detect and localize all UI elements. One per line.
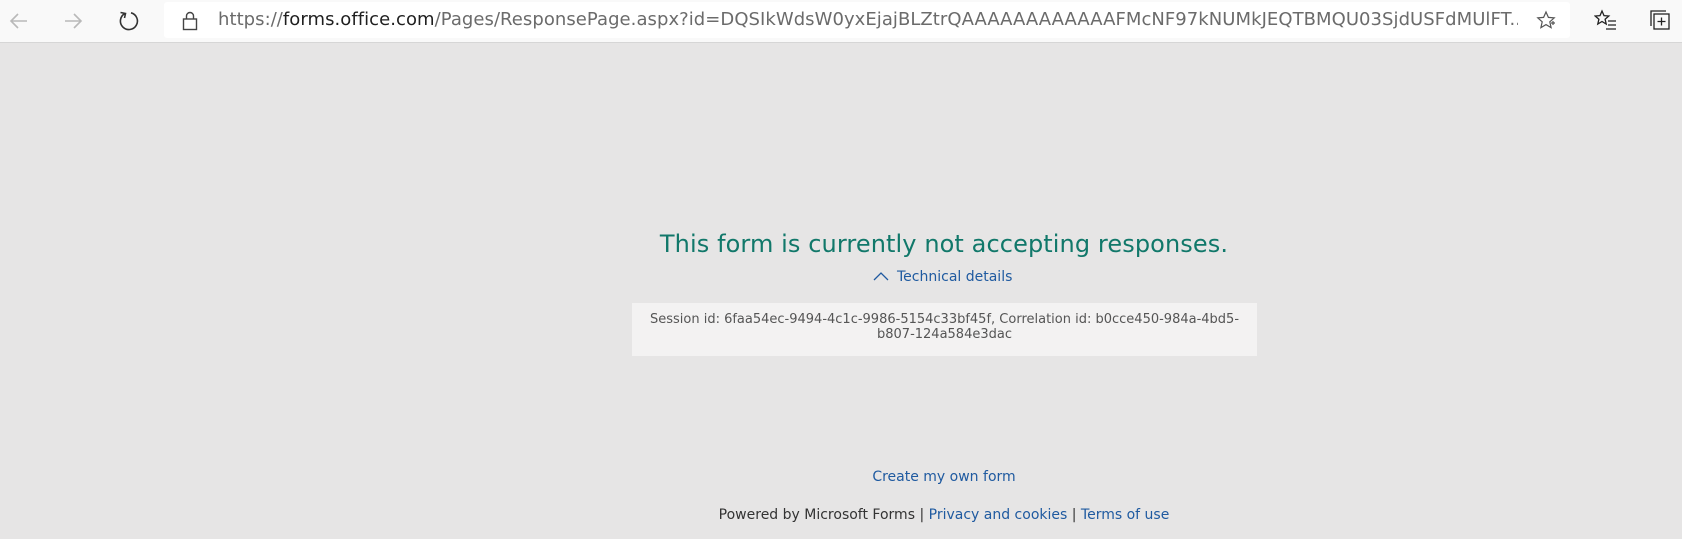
url-host: forms.office.com bbox=[282, 9, 435, 30]
session-info-text: Session id: 6faa54ec-9494-4c1c-9986-5154… bbox=[649, 312, 1240, 342]
technical-details-label: Technical details bbox=[897, 269, 1013, 285]
footer: Powered by Microsoft Forms | Privacy and… bbox=[0, 507, 1682, 523]
footer-separator: | bbox=[1071, 507, 1077, 523]
browser-toolbar: https://forms.office.com/Pages/ResponseP… bbox=[0, 0, 1682, 43]
url-path: /Pages/ResponsePage.aspx?id=DQSIkWdsW0yx… bbox=[434, 9, 1518, 30]
terms-link[interactable]: Terms of use bbox=[1081, 507, 1169, 523]
back-arrow-icon bbox=[9, 13, 27, 29]
favorite-star-icon[interactable] bbox=[1536, 10, 1556, 34]
refresh-icon bbox=[119, 11, 139, 31]
create-form-row: Create my own form bbox=[0, 469, 1682, 485]
forward-button[interactable] bbox=[58, 6, 88, 36]
lock-icon bbox=[182, 11, 198, 35]
collections-icon[interactable] bbox=[1649, 8, 1673, 36]
create-form-link[interactable]: Create my own form bbox=[872, 469, 1015, 485]
back-button[interactable] bbox=[4, 6, 34, 36]
powered-by-text: Powered by Microsoft Forms bbox=[718, 507, 915, 523]
chevron-up-icon bbox=[873, 269, 889, 285]
status-message: This form is currently not accepting res… bbox=[659, 230, 1229, 258]
forward-arrow-icon bbox=[65, 13, 83, 29]
address-bar[interactable]: https://forms.office.com/Pages/ResponseP… bbox=[164, 2, 1570, 38]
url-text[interactable]: https://forms.office.com/Pages/ResponseP… bbox=[218, 2, 1518, 38]
page-content: This form is currently not accepting res… bbox=[0, 43, 1682, 539]
favorites-list-icon[interactable] bbox=[1593, 8, 1618, 36]
privacy-link[interactable]: Privacy and cookies bbox=[929, 507, 1068, 523]
technical-details-toggle[interactable]: Technical details bbox=[873, 269, 1012, 285]
refresh-button[interactable] bbox=[114, 6, 144, 36]
technical-details-panel: Session id: 6faa54ec-9494-4c1c-9986-5154… bbox=[632, 303, 1257, 356]
footer-separator: | bbox=[919, 507, 925, 523]
url-prefix: https:// bbox=[218, 9, 283, 30]
